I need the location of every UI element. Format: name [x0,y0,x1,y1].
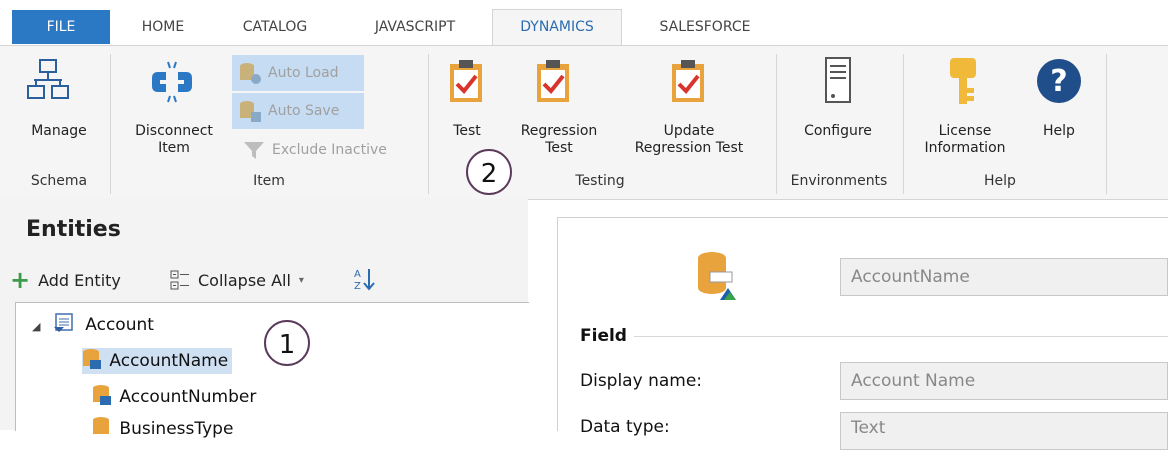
tab-dynamics[interactable]: DYNAMICS [492,9,622,46]
add-entity-label: Add Entity [38,270,121,290]
update-regression-test-button[interactable]: Update Regression Test [615,123,763,157]
ribbon: Manage Schema Disconnect Item Auto Load … [0,45,1168,200]
license-information-button[interactable]: License Information [910,123,1020,157]
tab-javascript[interactable]: JAVASCRIPT [355,10,475,44]
field-icon [92,416,112,438]
group-label-environments: Environments [790,173,888,189]
auto-save-icon [238,99,262,123]
display-name-label: Display name: [580,371,703,391]
field-section-header: Field [580,326,627,346]
regression-test-button[interactable]: Regression Test [503,123,615,157]
section-divider [634,336,1168,337]
tree-row-businesstype[interactable]: BusinessType [92,416,233,442]
field-large-icon [694,250,740,302]
tab-salesforce[interactable]: SALESFORCE [640,10,770,44]
collapse-all-icon [170,270,190,290]
group-label-help: Help [984,173,1016,189]
test-button[interactable]: Test [440,123,494,140]
sort-az-icon[interactable]: AZ [352,266,378,292]
display-name-field[interactable]: Account Name [840,362,1168,400]
help-icon: ? [1036,58,1082,104]
tree-row-accountname[interactable]: AccountName [82,348,233,374]
disconnect-item-button[interactable]: Disconnect Item [120,123,228,157]
auto-save-label: Auto Save [268,103,340,119]
group-label-testing: Testing [575,173,625,189]
auto-save-button[interactable]: Auto Save [232,93,364,129]
group-divider [428,54,429,194]
field-icon [82,348,102,370]
auto-load-icon [238,61,262,85]
entity-icon [53,313,76,333]
group-divider [110,54,111,194]
collapse-all-button[interactable]: Collapse All ▾ [170,267,304,293]
update-regression-test-clipboard-icon [670,58,706,104]
tab-file[interactable]: FILE [12,10,110,44]
plus-icon: + [10,266,31,294]
disconnect-icon [146,60,198,108]
test-clipboard-icon [448,58,484,104]
data-type-label: Data type: [580,417,670,437]
tree-label: AccountName [109,351,229,371]
regression-test-clipboard-icon [535,58,571,104]
help-button[interactable]: Help [1030,123,1088,140]
entities-title: Entities [26,217,121,242]
tab-home[interactable]: HOME [128,10,198,44]
data-type-field[interactable]: Text [840,412,1168,450]
svg-text:Z: Z [354,281,361,292]
exclude-inactive-button[interactable]: Exclude Inactive [232,132,422,168]
group-divider [903,54,904,194]
server-icon [824,56,852,104]
tab-catalog[interactable]: CATALOG [225,10,325,44]
tree-label: AccountNumber [119,387,257,407]
exclude-inactive-label: Exclude Inactive [272,142,387,158]
add-entity-button[interactable]: + Add Entity [10,267,121,293]
svg-text:?: ? [1050,64,1067,99]
tree-row-accountnumber[interactable]: AccountNumber [92,384,256,410]
svg-text:A: A [354,269,361,280]
manage-button[interactable]: Manage [14,123,104,140]
collapse-all-label: Collapse All [198,270,291,290]
expand-arrow-icon[interactable]: ◢ [32,320,40,333]
auto-load-button[interactable]: Auto Load [232,55,364,91]
license-key-icon [946,56,980,106]
tree-row-account[interactable]: ◢ Account [32,312,154,338]
manage-icon [24,56,72,104]
field-icon [92,384,112,406]
group-label-schema: Schema [30,173,88,189]
group-label-item: Item [253,173,285,189]
name-field[interactable]: AccountName [840,258,1168,296]
auto-load-label: Auto Load [268,65,339,81]
group-divider [1106,54,1107,194]
filter-icon [242,138,266,162]
tree-label: Account [85,315,154,335]
tree-label: BusinessType [119,419,234,439]
configure-button[interactable]: Configure [782,123,894,140]
dropdown-arrow-icon[interactable]: ▾ [299,275,304,286]
callout-2: 2 [466,149,512,195]
ribbon-tab-strip: FILE HOME CATALOG JAVASCRIPT DYNAMICS SA… [0,0,1168,46]
callout-1: 1 [264,320,310,366]
